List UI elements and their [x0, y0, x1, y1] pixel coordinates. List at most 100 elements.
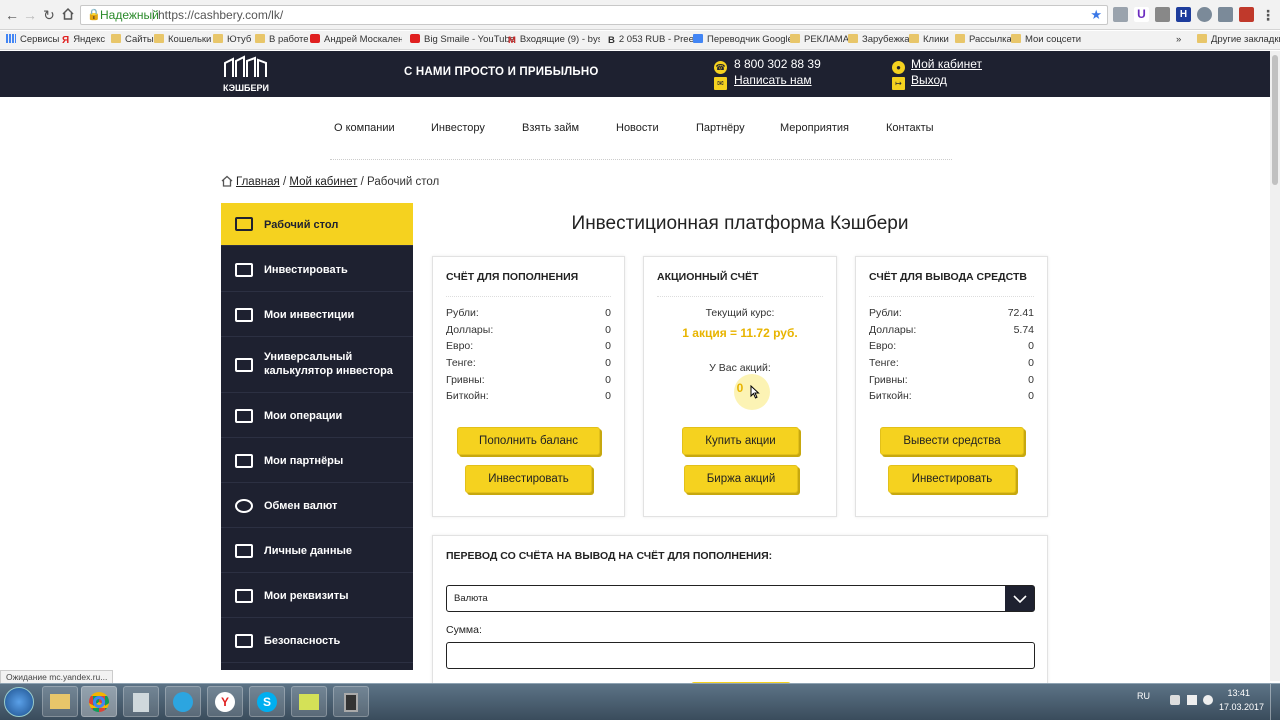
bookmark-item[interactable]: Андрей Москаленко: [310, 34, 402, 46]
taskbar-app-icon[interactable]: [333, 686, 369, 717]
share-exchange-button[interactable]: Биржа акций: [684, 465, 798, 493]
logout-link[interactable]: Выход: [911, 73, 947, 87]
tray-network-icon[interactable]: [1187, 695, 1197, 705]
start-button-icon[interactable]: [4, 687, 34, 717]
chevron-down-icon[interactable]: [1005, 586, 1034, 611]
taskbar-telegram-icon[interactable]: [165, 686, 201, 717]
extension-u-icon[interactable]: U: [1134, 7, 1149, 22]
bookmark-item[interactable]: Переводчик Google: [693, 34, 793, 46]
nav-news[interactable]: Новости: [616, 122, 659, 134]
sidebar-item-exchange[interactable]: Обмен валют: [221, 483, 413, 528]
extension-cast-icon[interactable]: [1113, 7, 1128, 22]
bookmark-star-icon[interactable]: ★: [1090, 6, 1102, 24]
tray-flag-icon[interactable]: [1170, 695, 1180, 705]
sidebar-item-invest[interactable]: Инвестировать: [221, 247, 413, 292]
tray-volume-icon[interactable]: [1203, 695, 1213, 705]
extension-grid-icon[interactable]: [1155, 7, 1170, 22]
sidebar-item-calculator[interactable]: Универсальный калькулятор инвестора: [221, 337, 413, 393]
taskbar-notes-icon[interactable]: [291, 686, 327, 717]
transfer-title: ПЕРЕВОД СО СЧЁТА НА ВЫВОД НА СЧЁТ ДЛЯ ПО…: [446, 550, 773, 562]
write-us-line[interactable]: ✉ Написать нам: [714, 72, 812, 90]
mouse-cursor-icon: [750, 384, 760, 402]
extension-person-icon[interactable]: [1197, 7, 1212, 22]
bookmark-item[interactable]: Ютуб: [213, 34, 251, 46]
home-icon[interactable]: [221, 175, 233, 190]
extension-red-icon[interactable]: [1239, 7, 1254, 22]
show-desktop-button[interactable]: [1270, 684, 1280, 721]
bookmark-item[interactable]: B2 053 RUB - Preev: [608, 34, 699, 46]
menu-dots-icon[interactable]: ⋮: [1260, 7, 1276, 23]
page-scrollbar[interactable]: [1270, 51, 1280, 681]
url-text[interactable]: https://cashbery.com/lk/: [158, 6, 283, 24]
bookmark-item[interactable]: Сайты: [111, 34, 154, 46]
sidebar: Рабочий стол Инвестировать Мои инвестици…: [221, 203, 413, 670]
language-indicator[interactable]: RU: [1137, 691, 1150, 701]
youtube-icon: [310, 34, 320, 43]
buy-shares-button[interactable]: Купить акции: [682, 427, 799, 455]
top-up-button[interactable]: Пополнить баланс: [457, 427, 600, 455]
extension-window-icon[interactable]: [1218, 7, 1233, 22]
sidebar-item-dashboard[interactable]: Рабочий стол: [221, 203, 413, 246]
balance-row: Доллары: 0: [446, 324, 611, 336]
extension-h-icon[interactable]: H: [1176, 7, 1191, 22]
nav-events[interactable]: Мероприятия: [780, 122, 849, 134]
bookmark-item[interactable]: РЕКЛАМА: [790, 34, 849, 46]
nav-partner[interactable]: Партнёру: [696, 122, 745, 134]
withdraw-button[interactable]: Вывести средства: [880, 427, 1024, 455]
back-arrow-icon[interactable]: ←: [4, 7, 20, 23]
forward-arrow-icon[interactable]: →: [22, 7, 38, 23]
nav-contacts[interactable]: Контакты: [886, 122, 934, 134]
folder-icon: [909, 34, 919, 43]
sidebar-item-my-investments[interactable]: Мои инвестиции: [221, 292, 413, 337]
site-logo[interactable]: КЭШБЕРИ: [221, 55, 271, 95]
my-cabinet-link[interactable]: Мой кабинет: [911, 57, 982, 71]
bookmark-item[interactable]: Рассылка: [955, 34, 1012, 46]
bookmarks-bar: Сервисы Я Яндекс Сайты Кошельки Ютуб В ра…: [0, 31, 1280, 50]
reload-icon[interactable]: ↻: [41, 7, 57, 23]
other-bookmarks[interactable]: Другие закладки: [1197, 34, 1280, 46]
bookmark-item[interactable]: В работе: [255, 34, 309, 46]
balance-row: Гривны: 0: [869, 374, 1034, 386]
invest-button[interactable]: Инвестировать: [465, 465, 592, 493]
write-us-link[interactable]: Написать нам: [734, 73, 812, 87]
logout-line[interactable]: ↦ Выход: [892, 72, 947, 90]
bookmark-item[interactable]: Сервисы: [6, 34, 59, 46]
invest-button[interactable]: Инвестировать: [888, 465, 1016, 493]
sidebar-item-label: Мои инвестиции: [264, 309, 355, 321]
clock-time[interactable]: 13:41: [1227, 688, 1250, 698]
nav-about[interactable]: О компании: [334, 122, 395, 134]
owned-value: 0: [736, 381, 744, 395]
sidebar-item-requisites[interactable]: Мои реквизиты: [221, 573, 413, 618]
bookmark-item[interactable]: Я Яндекс: [62, 34, 105, 46]
lock-icon: 🔒: [87, 9, 101, 21]
nav-investor[interactable]: Инвестору: [431, 122, 485, 134]
nav-loan[interactable]: Взять займ: [522, 122, 579, 134]
sum-input[interactable]: [446, 642, 1035, 669]
taskbar-calculator-icon[interactable]: [123, 686, 159, 717]
operations-icon: [235, 409, 253, 423]
sidebar-item-profile[interactable]: Личные данные: [221, 528, 413, 573]
sidebar-item-partners[interactable]: Мои партнёры: [221, 438, 413, 483]
scrollbar-thumb[interactable]: [1272, 55, 1278, 185]
requisites-icon: [235, 589, 253, 603]
slogan: С НАМИ ПРОСТО И ПРИБЫЛЬНО: [404, 66, 599, 78]
bookmark-item[interactable]: Мои соцсети: [1011, 34, 1081, 46]
home-icon[interactable]: [60, 7, 76, 23]
taskbar-skype-icon[interactable]: S: [249, 686, 285, 717]
bookmark-item[interactable]: Зарубежка: [848, 34, 910, 46]
bookmark-item[interactable]: Big Smaile - YouTube: [410, 34, 515, 46]
bookmarks-more[interactable]: »: [1176, 34, 1181, 46]
address-bar[interactable]: 🔒 Надежный https://cashbery.com/lk/ ★: [80, 5, 1108, 25]
breadcrumb-cabinet[interactable]: Мой кабинет: [289, 176, 357, 188]
taskbar-chrome-icon[interactable]: [81, 686, 117, 717]
taskbar-yandex-icon[interactable]: Y: [207, 686, 243, 717]
sidebar-item-security[interactable]: Безопасность: [221, 618, 413, 663]
currency-select[interactable]: Валюта: [446, 585, 1035, 612]
bookmark-item[interactable]: Кошельки: [154, 34, 211, 46]
sidebar-item-operations[interactable]: Мои операции: [221, 393, 413, 438]
bookmark-item[interactable]: Клики: [909, 34, 949, 46]
breadcrumb-home[interactable]: Главная: [236, 176, 280, 188]
bookmark-item[interactable]: MВходящие (9) - byssir: [508, 34, 600, 46]
clock-date[interactable]: 17.03.2017: [1219, 702, 1264, 712]
taskbar-explorer-icon[interactable]: [42, 686, 78, 717]
